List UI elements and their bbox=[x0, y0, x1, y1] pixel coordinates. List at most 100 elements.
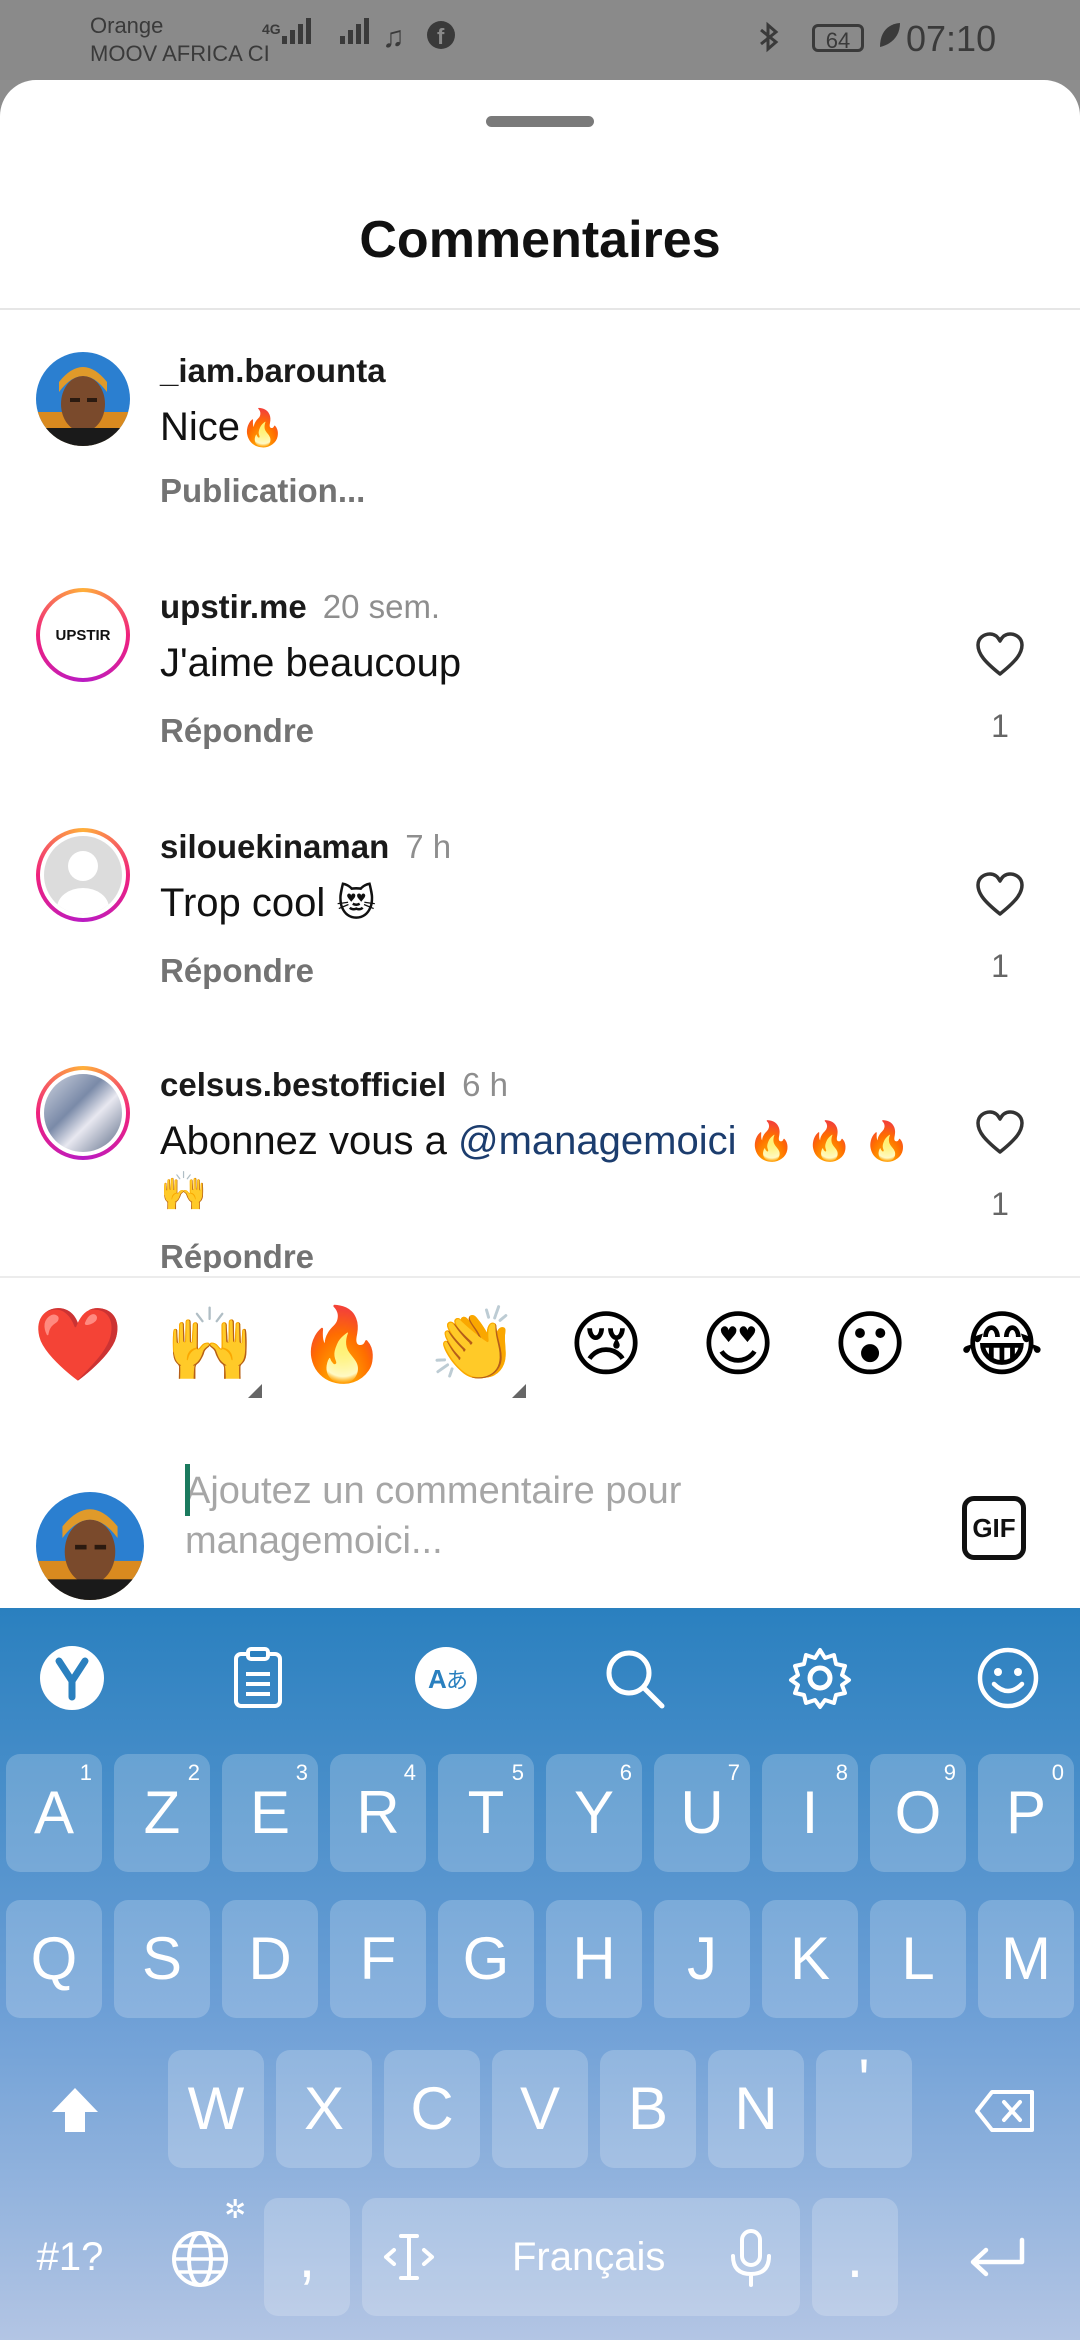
drag-handle[interactable] bbox=[486, 116, 594, 127]
key-label: O bbox=[894, 1779, 942, 1846]
key-m[interactable]: M bbox=[978, 1900, 1074, 2018]
emoji-surprised[interactable]: 😮 bbox=[815, 1300, 925, 1390]
divider bbox=[0, 308, 1080, 310]
emoji-heart-eyes[interactable]: 😍 bbox=[683, 1300, 793, 1390]
comment-header: upstir.me 20 sem. bbox=[160, 588, 440, 626]
comment-item: celsus.bestofficiel 6 h Abonnez vous a @m… bbox=[0, 1066, 1080, 1272]
gif-button[interactable]: GIF bbox=[962, 1496, 1026, 1560]
signal-icon-2 bbox=[340, 18, 369, 44]
heart-outline-icon[interactable] bbox=[975, 1110, 1025, 1156]
comment-text: Abonnez vous a @managemoici 🔥 🔥 🔥 bbox=[160, 1116, 911, 1167]
key-p[interactable]: 0P bbox=[978, 1754, 1074, 1872]
key-q[interactable]: Q bbox=[6, 1900, 102, 2018]
avatar[interactable] bbox=[36, 828, 130, 922]
mention-link[interactable]: @managemoici bbox=[458, 1119, 737, 1163]
emoji-smile-icon[interactable] bbox=[968, 1638, 1048, 1718]
emoji-clap[interactable]: 👏 bbox=[419, 1300, 529, 1390]
symbols-key[interactable]: #1? bbox=[6, 2198, 134, 2316]
signal-icon bbox=[282, 18, 311, 44]
key-h[interactable]: H bbox=[546, 1900, 642, 2018]
emoji-crying[interactable]: 😢 bbox=[551, 1300, 661, 1390]
period-key[interactable]: . bbox=[812, 2198, 898, 2316]
key-x[interactable]: X bbox=[276, 2050, 372, 2168]
like-button[interactable]: 1 bbox=[970, 872, 1030, 985]
space-language-label: Français bbox=[512, 2235, 666, 2279]
reply-button[interactable]: Répondre bbox=[160, 952, 314, 990]
carrier-line2: MOOV AFRICA CI bbox=[90, 41, 270, 66]
facebook-icon: f bbox=[426, 20, 456, 59]
yandex-logo-icon[interactable] bbox=[32, 1638, 112, 1718]
key-u[interactable]: 7U bbox=[654, 1754, 750, 1872]
clipboard-icon[interactable] bbox=[218, 1638, 298, 1718]
emoji-heart[interactable]: ❤️ bbox=[23, 1300, 133, 1390]
fire-emoji: 🔥 bbox=[240, 407, 285, 448]
publication-link[interactable]: Publication... bbox=[160, 472, 365, 510]
key-o[interactable]: 9O bbox=[870, 1754, 966, 1872]
emoji-bar-divider bbox=[0, 1276, 1080, 1278]
like-button[interactable]: 1 bbox=[970, 1110, 1030, 1223]
key-number-hint: 8 bbox=[835, 1760, 848, 1785]
key-label: G bbox=[462, 1925, 510, 1992]
key-g[interactable]: G bbox=[438, 1900, 534, 2018]
key-label: M bbox=[1001, 1925, 1051, 1992]
key-n[interactable]: N bbox=[708, 2050, 804, 2168]
key-label: P bbox=[1005, 1779, 1047, 1846]
like-button[interactable]: 1 bbox=[970, 632, 1030, 745]
key-d[interactable]: D bbox=[222, 1900, 318, 2018]
comment-text: Nice🔥 bbox=[160, 402, 285, 453]
emoji-fire[interactable]: 🔥 bbox=[287, 1300, 397, 1390]
translate-icon[interactable]: Aあ bbox=[406, 1638, 486, 1718]
emoji-laughing[interactable]: 😂 bbox=[947, 1300, 1057, 1390]
username[interactable]: upstir.me bbox=[160, 588, 307, 625]
key-v[interactable]: V bbox=[492, 2050, 588, 2168]
username[interactable]: celsus.bestofficiel bbox=[160, 1066, 446, 1103]
key-label: D bbox=[248, 1925, 292, 1992]
key-number-hint: 7 bbox=[727, 1760, 740, 1785]
key-i[interactable]: 8I bbox=[762, 1754, 858, 1872]
key-e[interactable]: 3E bbox=[222, 1754, 318, 1872]
avatar[interactable] bbox=[36, 1066, 130, 1160]
enter-key[interactable] bbox=[922, 2198, 1072, 2316]
cursor-move-icon bbox=[382, 2232, 436, 2287]
settings-gear-icon[interactable] bbox=[780, 1638, 860, 1718]
avatar[interactable] bbox=[36, 352, 130, 446]
key-b[interactable]: B bbox=[600, 2050, 696, 2168]
key-r[interactable]: 4R bbox=[330, 1754, 426, 1872]
search-icon[interactable] bbox=[594, 1638, 674, 1718]
language-key[interactable]: ✲ bbox=[150, 2194, 250, 2316]
key-label: Q bbox=[30, 1925, 78, 1992]
key-t[interactable]: 5T bbox=[438, 1754, 534, 1872]
key-label: A bbox=[33, 1779, 75, 1846]
key-l[interactable]: L bbox=[870, 1900, 966, 2018]
shift-key[interactable] bbox=[6, 2050, 144, 2168]
key-f[interactable]: F bbox=[330, 1900, 426, 2018]
key-y[interactable]: 6Y bbox=[546, 1754, 642, 1872]
key-a[interactable]: 1A bbox=[6, 1754, 102, 1872]
key-w[interactable]: W bbox=[168, 2050, 264, 2168]
keyboard: Aあ 1A 2Z 3E 4R 5T 6Y 7U 8I 9O 0P Q S D F… bbox=[0, 1608, 1080, 2340]
backspace-key[interactable] bbox=[936, 2050, 1074, 2168]
reply-button[interactable]: Répondre bbox=[160, 1238, 314, 1272]
key-label: W bbox=[187, 2075, 245, 2142]
heart-outline-icon[interactable] bbox=[975, 872, 1025, 918]
heart-outline-icon[interactable] bbox=[975, 632, 1025, 678]
key-j[interactable]: J bbox=[654, 1900, 750, 2018]
key-apostrophe[interactable]: ' bbox=[816, 2047, 912, 2168]
comment-input[interactable]: Ajoutez un commentaire pour managemoici.… bbox=[185, 1466, 805, 1566]
comma-key[interactable]: , bbox=[264, 2198, 350, 2316]
username[interactable]: silouekinaman bbox=[160, 828, 389, 865]
skin-tone-indicator bbox=[512, 1384, 526, 1398]
emoji-raised-hands[interactable]: 🙌 bbox=[155, 1300, 265, 1390]
key-c[interactable]: C bbox=[384, 2050, 480, 2168]
avatar[interactable]: UPSTIR bbox=[36, 588, 130, 682]
key-z[interactable]: 2Z bbox=[114, 1754, 210, 1872]
key-s[interactable]: S bbox=[114, 1900, 210, 2018]
key-label: E bbox=[249, 1779, 291, 1846]
like-count: 1 bbox=[991, 708, 1009, 744]
reply-button[interactable]: Répondre bbox=[160, 712, 314, 750]
username[interactable]: _iam.barounta bbox=[160, 352, 386, 389]
key-k[interactable]: K bbox=[762, 1900, 858, 2018]
comment-header: silouekinaman 7 h bbox=[160, 828, 451, 866]
space-key[interactable]: Français bbox=[362, 2198, 800, 2316]
key-label: , bbox=[298, 2223, 316, 2290]
